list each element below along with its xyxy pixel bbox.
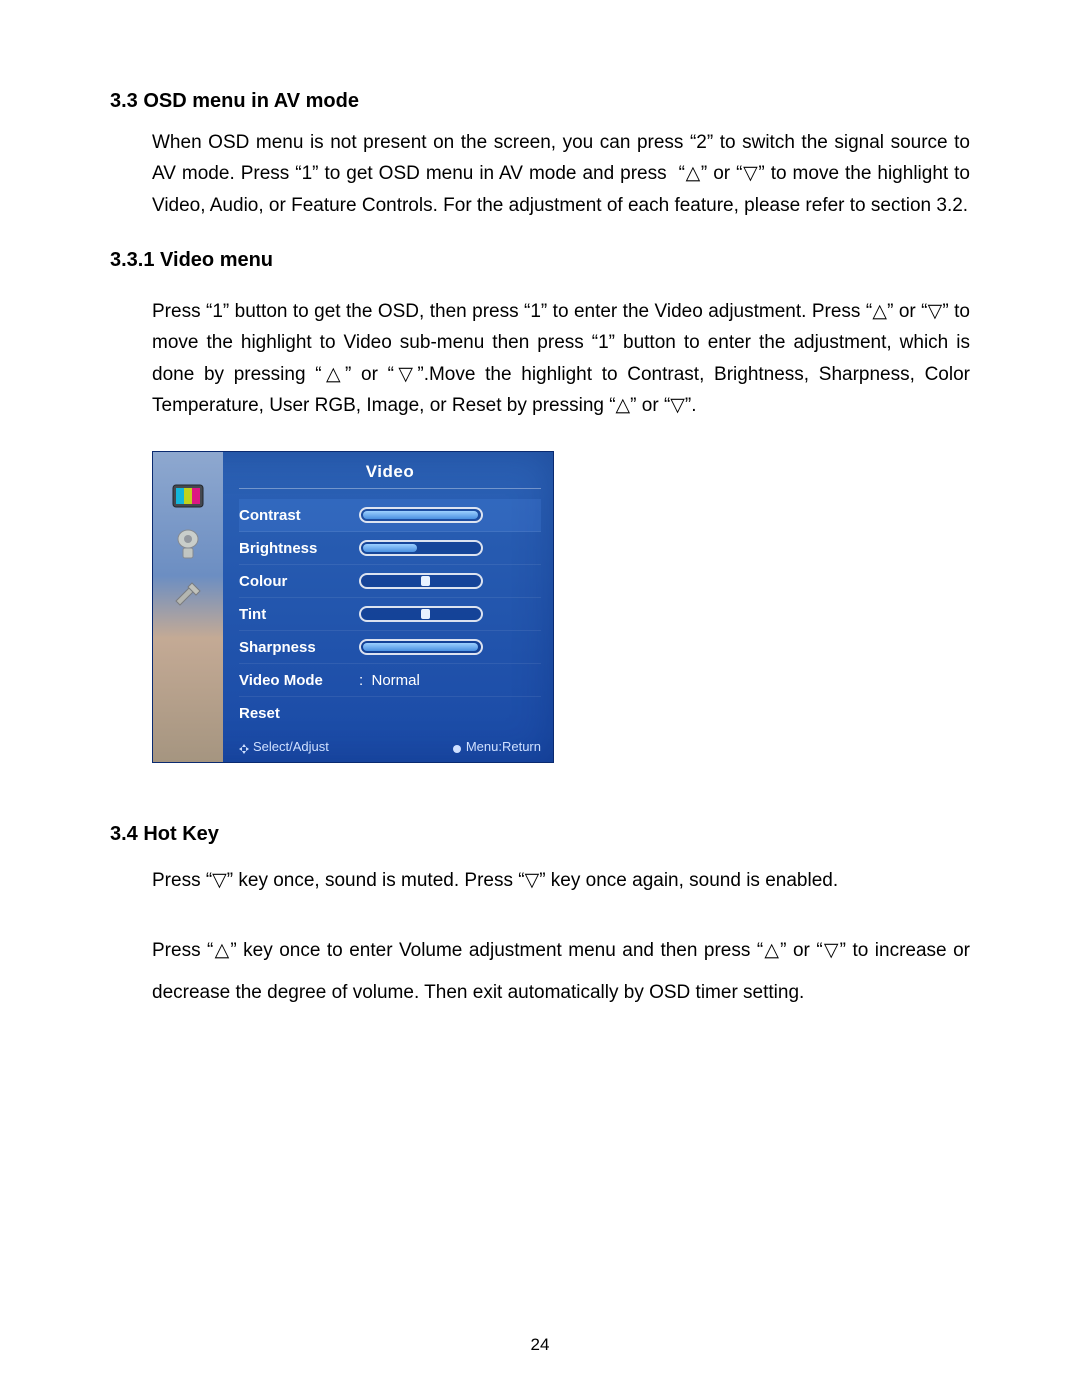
osd-row-sharpness: Sharpness — [239, 631, 541, 664]
osd-row-label: Brightness — [239, 540, 359, 557]
section-3-4-heading: 3.4 Hot Key — [110, 823, 970, 846]
osd-footer-select-adjust: Select/Adjust — [239, 739, 329, 754]
osd-footer-right-text: Menu:Return — [466, 739, 541, 754]
osd-video-menu-screenshot: Video Contrast Brightness Colour Tint — [152, 451, 554, 763]
video-tab-icon — [170, 482, 206, 512]
tools-tab-icon — [170, 578, 206, 608]
osd-row-brightness: Brightness — [239, 532, 541, 565]
slider-colour — [359, 573, 483, 589]
section-3-3-1-heading: 3.3.1 Video menu — [110, 249, 970, 272]
osd-footer-menu-return: Menu:Return — [452, 739, 541, 754]
section-3-3-body: When OSD menu is not present on the scre… — [110, 127, 970, 221]
audio-tab-icon — [170, 530, 206, 560]
section-3-4-p2: Press “△” key once to enter Volume adjus… — [110, 930, 970, 1014]
section-3-4-p1: Press “▽” key once, sound is muted. Pres… — [110, 860, 970, 902]
osd-row-label: Contrast — [239, 507, 359, 524]
osd-row-label: Video Mode — [239, 672, 359, 689]
section-3-3-heading: 3.3 OSD menu in AV mode — [110, 90, 970, 113]
osd-panel-title: Video — [239, 462, 541, 489]
video-mode-value: : Normal — [359, 672, 420, 689]
osd-row-tint: Tint — [239, 598, 541, 631]
page-number: 24 — [0, 1335, 1080, 1355]
osd-row-label: Colour — [239, 573, 359, 590]
osd-row-label: Sharpness — [239, 639, 359, 656]
section-3-3-1-body: Press “1” button to get the OSD, then pr… — [110, 296, 970, 421]
slider-contrast — [359, 507, 483, 523]
dot-icon — [452, 742, 462, 752]
osd-row-colour: Colour — [239, 565, 541, 598]
osd-footer-left-text: Select/Adjust — [253, 739, 329, 754]
osd-category-sidebar — [153, 452, 223, 762]
osd-row-label: Tint — [239, 606, 359, 623]
osd-row-video-mode: Video Mode : Normal — [239, 664, 541, 697]
four-arrows-icon — [239, 742, 249, 752]
slider-tint — [359, 606, 483, 622]
osd-row-contrast: Contrast — [239, 499, 541, 532]
slider-sharpness — [359, 639, 483, 655]
osd-row-label: Reset — [239, 705, 359, 722]
osd-row-reset: Reset — [239, 697, 541, 729]
slider-brightness — [359, 540, 483, 556]
